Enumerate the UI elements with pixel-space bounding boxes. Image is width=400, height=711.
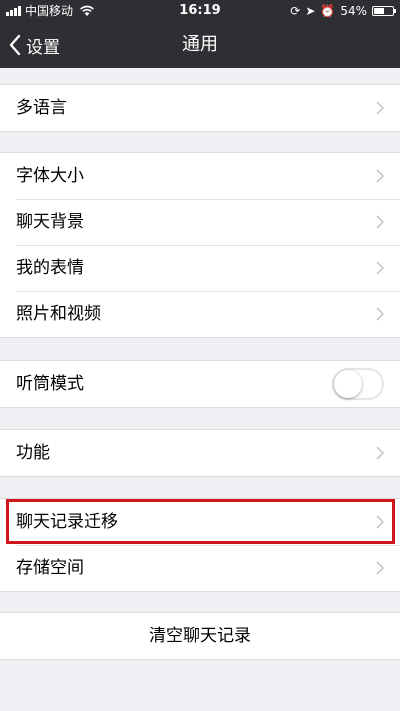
row-label: 照片和视频 [16, 304, 101, 324]
row-label: 听筒模式 [16, 374, 84, 394]
clear-group: 清空聊天记录 [0, 612, 400, 660]
top-bar: 中国移动 16:19 ⟳ ➤ ⏰ 54% 设置 通用 [0, 0, 400, 68]
row-photos-videos[interactable]: 照片和视频 [0, 291, 400, 337]
row-label: 多语言 [16, 98, 67, 118]
row-my-stickers[interactable]: 我的表情 [0, 245, 400, 291]
row-label: 我的表情 [16, 258, 84, 278]
chevron-right-icon [376, 101, 384, 115]
earpiece-group: 听筒模式 [0, 360, 400, 408]
row-chat-background[interactable]: 聊天背景 [0, 199, 400, 245]
page-title: 通用 [182, 34, 218, 55]
status-right: ⟳ ➤ ⏰ 54% [290, 0, 396, 22]
row-multilanguage[interactable]: 多语言 [0, 85, 400, 131]
location-icon: ➤ [305, 4, 316, 18]
rotation-lock-icon: ⟳ [290, 4, 301, 18]
chevron-right-icon [376, 215, 384, 229]
row-label: 功能 [16, 443, 50, 463]
nav-bar: 设置 通用 [0, 22, 400, 68]
row-chat-history-migration[interactable]: 聊天记录迁移 [0, 499, 400, 545]
chevron-right-icon [376, 261, 384, 275]
clear-chat-history-button[interactable]: 清空聊天记录 [0, 613, 400, 659]
row-storage-space[interactable]: 存储空间 [0, 545, 400, 591]
chevron-right-icon [376, 515, 384, 529]
row-label: 字体大小 [16, 166, 84, 186]
row-label: 聊天背景 [16, 212, 84, 232]
display-group: 字体大小 聊天背景 我的表情 照片和视频 [0, 152, 400, 338]
storage-group: 聊天记录迁移 存储空间 [0, 498, 400, 592]
features-group: 功能 [0, 429, 400, 477]
battery-icon [372, 6, 396, 16]
row-font-size[interactable]: 字体大小 [0, 153, 400, 199]
chevron-right-icon [376, 446, 384, 460]
alarm-icon: ⏰ [320, 4, 336, 18]
row-label: 清空聊天记录 [149, 626, 251, 646]
chevron-right-icon [376, 561, 384, 575]
language-group: 多语言 [0, 84, 400, 132]
earpiece-mode-toggle[interactable] [332, 368, 384, 400]
chevron-right-icon [376, 169, 384, 183]
toggle-knob [334, 370, 362, 398]
battery-fill [374, 8, 384, 14]
battery-percent: 54% [340, 4, 367, 18]
row-label: 存储空间 [16, 558, 84, 578]
row-features[interactable]: 功能 [0, 430, 400, 476]
row-label: 聊天记录迁移 [16, 512, 118, 532]
row-earpiece-mode: 听筒模式 [0, 361, 400, 407]
chevron-right-icon [376, 307, 384, 321]
status-bar: 中国移动 16:19 ⟳ ➤ ⏰ 54% [0, 0, 400, 22]
